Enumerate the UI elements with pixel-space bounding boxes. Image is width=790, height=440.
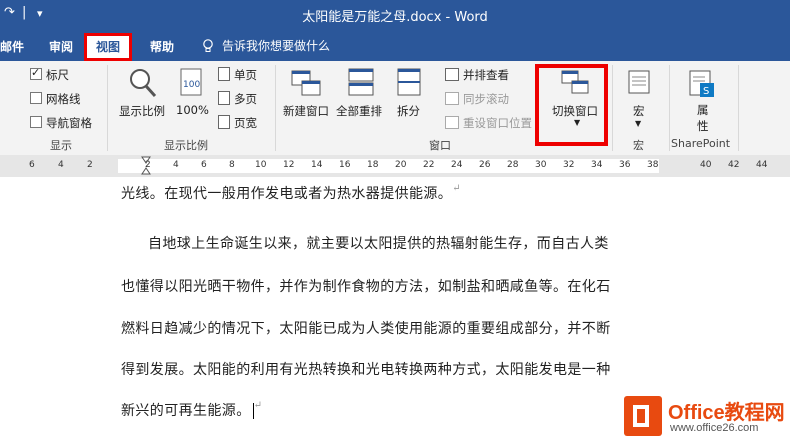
ruler-number: 4 xyxy=(58,160,64,170)
ribbon: 标尺 网格线 导航窗格 显示 显示比例 100 100% 单页 多页 页宽 显示… xyxy=(0,61,790,156)
horizontal-ruler[interactable]: 6 4 2 2 4 6 8 10 12 14 16 18 20 22 24 26… xyxy=(0,155,790,178)
tell-me-box[interactable]: 告诉我你想要做什么 xyxy=(202,37,330,54)
document-line: 自地球上生命诞生以来，就主要以太阳提供的热辐射能生存，而自古人类 xyxy=(148,236,609,252)
ruler-number: 6 xyxy=(201,160,207,170)
ruler-number: 20 xyxy=(395,160,407,170)
new-window-button[interactable]: 新建窗口 xyxy=(283,103,329,119)
ruler-number: 24 xyxy=(451,160,463,170)
nav-pane-checkbox[interactable]: 导航窗格 xyxy=(30,115,92,131)
ruler-number: 40 xyxy=(700,160,712,170)
ruler-number: 28 xyxy=(507,160,519,170)
tab-mailings[interactable]: 邮件 xyxy=(0,38,24,55)
zoom-100-icon[interactable]: 100 xyxy=(179,67,205,102)
ruler-number: 18 xyxy=(367,160,379,170)
svg-text:S: S xyxy=(703,86,709,97)
reset-window-position-button[interactable]: 重设窗口位置 xyxy=(445,115,532,131)
tab-review[interactable]: 审阅 xyxy=(49,38,73,55)
watermark-brand: Office教程网 xyxy=(668,402,785,424)
zoom-magnifier-icon[interactable] xyxy=(128,67,158,102)
group-show-label: 显示 xyxy=(50,139,72,152)
group-sharepoint-label: SharePoint xyxy=(671,137,731,150)
zoom-100-button[interactable]: 100% xyxy=(176,103,209,117)
tell-me-label: 告诉我你想要做什么 xyxy=(222,39,331,53)
ruler-number: 8 xyxy=(229,160,235,170)
document-line: 燃料日趋减少的情况下，太阳能已成为人类使用能源的重要组成部分，并不断 xyxy=(121,321,611,337)
ruler-number: 30 xyxy=(535,160,547,170)
sync-scroll-button[interactable]: 同步滚动 xyxy=(445,91,509,107)
title-bar: ↷ | ▾ 太阳能是万能之母.docx - Word xyxy=(0,0,790,30)
multiple-pages-button[interactable]: 多页 xyxy=(218,91,257,107)
macros-button[interactable]: 宏 xyxy=(633,103,645,119)
split-icon[interactable] xyxy=(396,67,424,102)
ruler-number: 6 xyxy=(29,160,35,170)
lightbulb-icon xyxy=(203,38,213,52)
ribbon-tabs: 邮件 审阅 视图 帮助 告诉我你想要做什么 xyxy=(0,30,790,61)
watermark-url: www.office26.com xyxy=(670,422,759,434)
ruler-number: 38 xyxy=(647,160,659,170)
properties-icon[interactable]: S xyxy=(688,69,716,102)
one-page-button[interactable]: 单页 xyxy=(218,67,257,83)
ruler-number: 36 xyxy=(619,160,631,170)
ruler-number: 12 xyxy=(283,160,295,170)
page-width-button[interactable]: 页宽 xyxy=(218,115,257,131)
properties-label-2[interactable]: 性 xyxy=(697,118,709,134)
gridlines-checkbox[interactable]: 网格线 xyxy=(30,91,81,107)
ruler-number: 2 xyxy=(145,160,151,170)
tab-view[interactable]: 视图 xyxy=(84,33,133,61)
ruler-number: 10 xyxy=(255,160,267,170)
ruler-number: 44 xyxy=(756,160,768,170)
macros-icon[interactable] xyxy=(627,69,653,100)
ruler-number: 14 xyxy=(311,160,323,170)
ruler-number: 32 xyxy=(563,160,575,170)
zoom-button[interactable]: 显示比例 xyxy=(119,103,165,119)
document-line: 得到发展。太阳能的利用有光热转换和光电转换两种方式，太阳能发电是一种 xyxy=(121,362,611,378)
document-line: 也懂得以阳光晒干物件，并作为制作食物的方法，如制盐和晒咸鱼等。在化石 xyxy=(121,279,611,295)
arrange-all-icon[interactable] xyxy=(347,67,377,102)
ruler-number: 42 xyxy=(728,160,740,170)
highlight-box xyxy=(535,64,608,146)
ruler-checkbox[interactable]: 标尺 xyxy=(30,66,69,83)
svg-text:100: 100 xyxy=(183,80,200,90)
ruler-number: 26 xyxy=(479,160,491,170)
document-line: 新兴的可再生能源。 ↵ xyxy=(121,400,263,419)
office-watermark: Office教程网 www.office26.com xyxy=(622,392,790,440)
ruler-number: 2 xyxy=(87,160,93,170)
properties-label-1[interactable]: 属 xyxy=(697,102,709,118)
split-button[interactable]: 拆分 xyxy=(397,103,420,119)
group-window-label: 窗口 xyxy=(429,139,451,152)
ruler-number: 22 xyxy=(423,160,435,170)
group-macros-label: 宏 xyxy=(633,139,644,152)
arrange-all-button[interactable]: 全部重排 xyxy=(336,103,382,119)
new-window-icon[interactable] xyxy=(290,67,322,102)
document-line: 光线。在现代一般用作发电或者为热水器提供能源。 ↵ xyxy=(121,183,461,202)
ruler-number: 16 xyxy=(339,160,351,170)
window-title: 太阳能是万能之母.docx - Word xyxy=(302,10,488,25)
ruler-number: 4 xyxy=(173,160,179,170)
ruler-number: 34 xyxy=(591,160,603,170)
view-side-by-side-button[interactable]: 并排查看 xyxy=(445,67,509,83)
tab-help[interactable]: 帮助 xyxy=(150,38,174,55)
group-zoom-label: 显示比例 xyxy=(164,139,208,152)
chevron-down-icon: ▼ xyxy=(635,119,642,128)
